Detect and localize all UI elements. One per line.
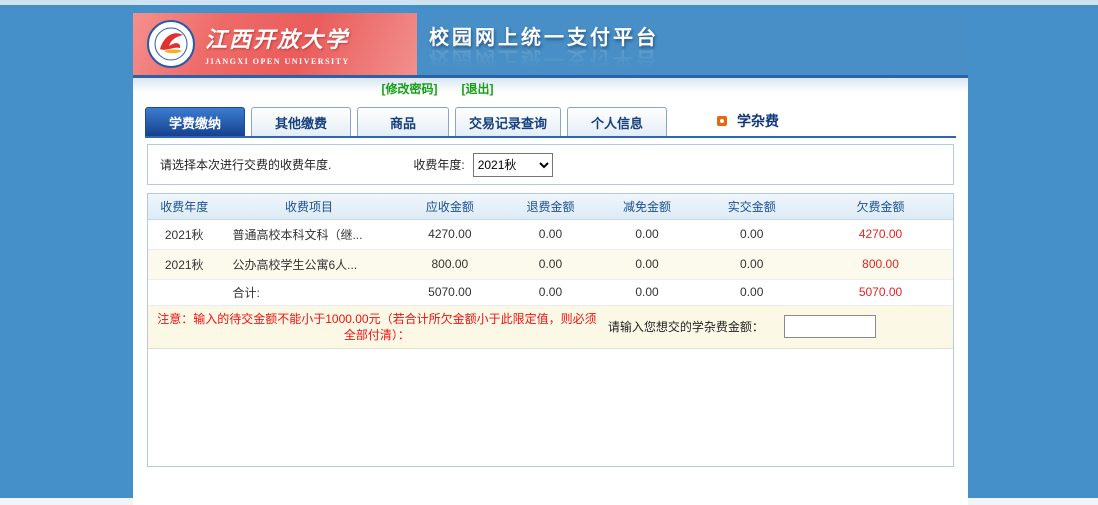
fee-year-select[interactable]: 2021秋 (473, 153, 553, 177)
cell-refund: 0.00 (502, 219, 599, 249)
cell-owed: 800.00 (808, 249, 953, 279)
fee-table: 收费年度 收费项目 应收金额 退费金额 减免金额 实交金额 欠费金额 2021秋… (148, 194, 953, 306)
table-row: 2021秋 普通高校本科文科（继... 4270.00 0.00 0.00 0.… (148, 219, 953, 249)
page-container: 江西开放大学 JIANGXI OPEN UNIVERSITY 校园网上统一支付平… (133, 13, 968, 505)
col-header-refund: 退费金额 (502, 194, 599, 219)
year-hint-text: 请选择本次进行交费的收费年度. (160, 156, 331, 173)
university-name-en: JIANGXI OPEN UNIVERSITY (205, 57, 350, 66)
table-row: 2021秋 公办高校学生公寓6人... 800.00 0.00 0.00 0.0… (148, 249, 953, 279)
misc-fee-amount-input[interactable] (784, 315, 876, 338)
cell-paid: 0.00 (695, 219, 808, 249)
year-select-panel: 请选择本次进行交费的收费年度. 收费年度: 2021秋 (147, 144, 954, 185)
platform-title-reflection: 校园网上统一支付平台 (429, 46, 968, 75)
orange-bullet-icon (717, 116, 727, 126)
cell-owed: 5070.00 (808, 279, 953, 305)
year-select-label: 收费年度: (413, 156, 464, 173)
cell-item: 公办高校学生公寓6人... (220, 249, 397, 279)
col-header-year: 收费年度 (148, 194, 220, 219)
change-password-link[interactable]: [修改密码] (382, 80, 438, 97)
cell-owed: 4270.00 (808, 219, 953, 249)
table-total-row: 合计: 5070.00 0.00 0.00 0.00 5070.00 (148, 279, 953, 305)
col-header-paid: 实交金额 (695, 194, 808, 219)
col-header-waive: 减免金额 (599, 194, 696, 219)
header: 江西开放大学 JIANGXI OPEN UNIVERSITY 校园网上统一支付平… (133, 13, 968, 75)
links-bar: [修改密码] [退出] (133, 78, 968, 99)
minimum-amount-warning: 注意：输入的待交金额不能小于1000.00元（若合计所欠金额小于此限定值，则必须… (156, 311, 598, 343)
cell-paid: 0.00 (695, 249, 808, 279)
logout-link[interactable]: [退出] (462, 80, 494, 97)
cell-total-label: 合计: (220, 279, 397, 305)
amount-input-label: 请输入您想交的学杂费金额： (608, 318, 764, 335)
col-header-owed: 欠费金额 (808, 194, 953, 219)
top-edge-strip (0, 0, 1098, 5)
university-names: 江西开放大学 JIANGXI OPEN UNIVERSITY (205, 22, 350, 66)
cell-paid: 0.00 (695, 279, 808, 305)
cell-waive: 0.00 (599, 219, 696, 249)
fee-table-panel: 收费年度 收费项目 应收金额 退费金额 减免金额 实交金额 欠费金额 2021秋… (147, 193, 954, 467)
cell-year (148, 279, 220, 305)
cell-year: 2021秋 (148, 219, 220, 249)
platform-title-zone: 校园网上统一支付平台 校园网上统一支付平台 (417, 13, 968, 75)
table-header-row: 收费年度 收费项目 应收金额 退费金额 减免金额 实交金额 欠费金额 (148, 194, 953, 219)
university-banner: 江西开放大学 JIANGXI OPEN UNIVERSITY (133, 13, 417, 75)
col-header-due: 应收金额 (398, 194, 503, 219)
cell-refund: 0.00 (502, 249, 599, 279)
notice-row: 注意：输入的待交金额不能小于1000.00元（若合计所欠金额小于此限定值，则必须… (148, 306, 953, 349)
tab-bar: 学费缴纳 其他缴费 商品 交易记录查询 个人信息 学杂费 (145, 99, 956, 138)
cell-waive: 0.00 (599, 249, 696, 279)
tab-goods[interactable]: 商品 (357, 107, 449, 136)
cell-year: 2021秋 (148, 249, 220, 279)
section-badge: 学杂费 (717, 111, 779, 131)
cell-due: 5070.00 (398, 279, 503, 305)
cell-waive: 0.00 (599, 279, 696, 305)
university-logo-icon (147, 20, 195, 68)
tab-personal-info[interactable]: 个人信息 (567, 107, 667, 136)
cell-due: 800.00 (398, 249, 503, 279)
tab-transaction-query[interactable]: 交易记录查询 (455, 107, 561, 136)
tab-other-payment[interactable]: 其他缴费 (251, 107, 351, 136)
cell-item: 普通高校本科文科（继... (220, 219, 397, 249)
content-area: 学费缴纳 其他缴费 商品 交易记录查询 个人信息 学杂费 请选择本次进行交费的收… (133, 99, 968, 505)
col-header-item: 收费项目 (220, 194, 397, 219)
section-label: 学杂费 (737, 111, 779, 131)
tab-tuition-payment[interactable]: 学费缴纳 (145, 107, 245, 136)
cell-due: 4270.00 (398, 219, 503, 249)
university-name-cn: 江西开放大学 (205, 22, 350, 54)
cell-refund: 0.00 (502, 279, 599, 305)
